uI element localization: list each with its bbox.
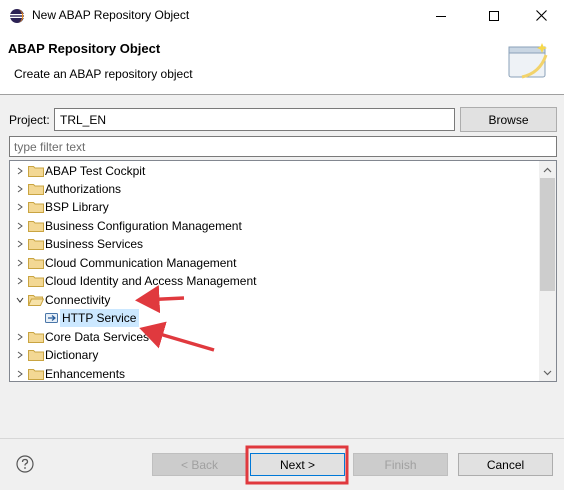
tree-item-label: Business Services [45,237,144,251]
back-button[interactable]: < Back [152,453,247,476]
folder-icon [28,276,44,287]
expand-toggle[interactable] [15,328,24,346]
title-bar: New ABAP Repository Object [0,0,564,31]
tree-item-label: Business Configuration Management [45,219,242,233]
wizard-header: ABAP Repository Object Create an ABAP re… [0,31,564,94]
expand-toggle[interactable] [15,198,24,216]
close-icon [535,10,547,21]
folder-icon [28,332,44,343]
folder-icon [28,369,44,380]
tree-item-bsp-library[interactable]: BSP Library [10,198,540,216]
expand-toggle[interactable] [15,365,24,381]
scroll-up-button[interactable] [539,161,556,178]
expand-toggle[interactable] [15,162,24,180]
chevron-up-icon [543,167,552,172]
folder-icon [28,166,44,177]
expand-toggle[interactable] [15,217,24,235]
tree-item-label: Cloud Communication Management [45,256,237,270]
tree-item-label: BSP Library [45,200,109,214]
cancel-button[interactable]: Cancel [458,453,553,476]
finish-button[interactable]: Finish [353,453,448,476]
expand-toggle[interactable] [15,272,24,290]
tree-item-label: Connectivity [45,293,111,307]
footer-separator [0,438,564,439]
project-label: Project: [9,113,50,127]
expand-toggle[interactable] [15,235,24,253]
minimize-icon [436,15,446,17]
folder-icon [28,202,44,213]
tree-item-label: ABAP Test Cockpit [45,164,146,178]
tree-item-business-configuration-management[interactable]: Business Configuration Management [10,217,540,235]
scroll-down-button[interactable] [539,364,556,381]
folder-open-icon [28,295,44,306]
tree-item-label: Dictionary [45,348,99,362]
browse-button[interactable]: Browse [460,107,557,132]
help-icon[interactable] [16,455,34,473]
folder-icon [28,239,44,250]
chevron-down-icon [543,370,552,375]
tree-item-label: Cloud Identity and Access Management [45,274,257,288]
minimize-button[interactable] [418,0,464,31]
folder-icon [28,221,44,232]
close-button[interactable] [518,0,564,31]
object-type-tree[interactable]: ABAP Test Cockpit Authorizations BSP Lib… [9,160,557,382]
folder-icon [28,184,44,195]
page-subtitle: Create an ABAP repository object [14,67,193,81]
expand-toggle[interactable] [15,254,24,272]
next-button[interactable]: Next > [250,453,345,476]
tree-item-cloud-communication-management[interactable]: Cloud Communication Management [10,254,540,272]
filter-input[interactable] [9,136,557,157]
folder-icon [28,350,44,361]
tree-item-authorizations[interactable]: Authorizations [10,180,540,198]
tree-item-business-services[interactable]: Business Services [10,235,540,253]
tree-item-connectivity[interactable]: Connectivity [10,291,540,309]
tree-item-label: Enhancements [45,367,126,381]
tree-item-cloud-identity-and-access-management[interactable]: Cloud Identity and Access Management [10,272,540,290]
expand-toggle[interactable] [15,346,24,364]
tree-item-dictionary[interactable]: Dictionary [10,346,540,364]
maximize-button[interactable] [471,0,517,31]
tree-item-label: Core Data Services [45,330,150,344]
expand-toggle[interactable] [15,180,24,198]
tree-item-core-data-services[interactable]: Core Data Services [10,328,540,346]
tree-item-label: HTTP Service [62,311,137,325]
collapse-toggle[interactable] [15,291,24,309]
tree-item-label: Authorizations [45,182,122,196]
wizard-banner-icon [508,43,548,79]
tree-item-http-service[interactable]: HTTP Service [10,309,540,327]
tree-scrollbar[interactable] [539,161,556,381]
scroll-thumb[interactable] [540,178,555,291]
tree-item-enhancements[interactable]: Enhancements [10,365,540,381]
folder-icon [28,258,44,269]
window-title: New ABAP Repository Object [32,8,190,22]
eclipse-app-icon [10,9,24,23]
tree-item-abap-test-cockpit[interactable]: ABAP Test Cockpit [10,162,540,180]
page-title: ABAP Repository Object [8,41,161,56]
maximize-icon [489,10,499,21]
project-input[interactable] [54,108,455,131]
http-service-icon [45,313,58,323]
